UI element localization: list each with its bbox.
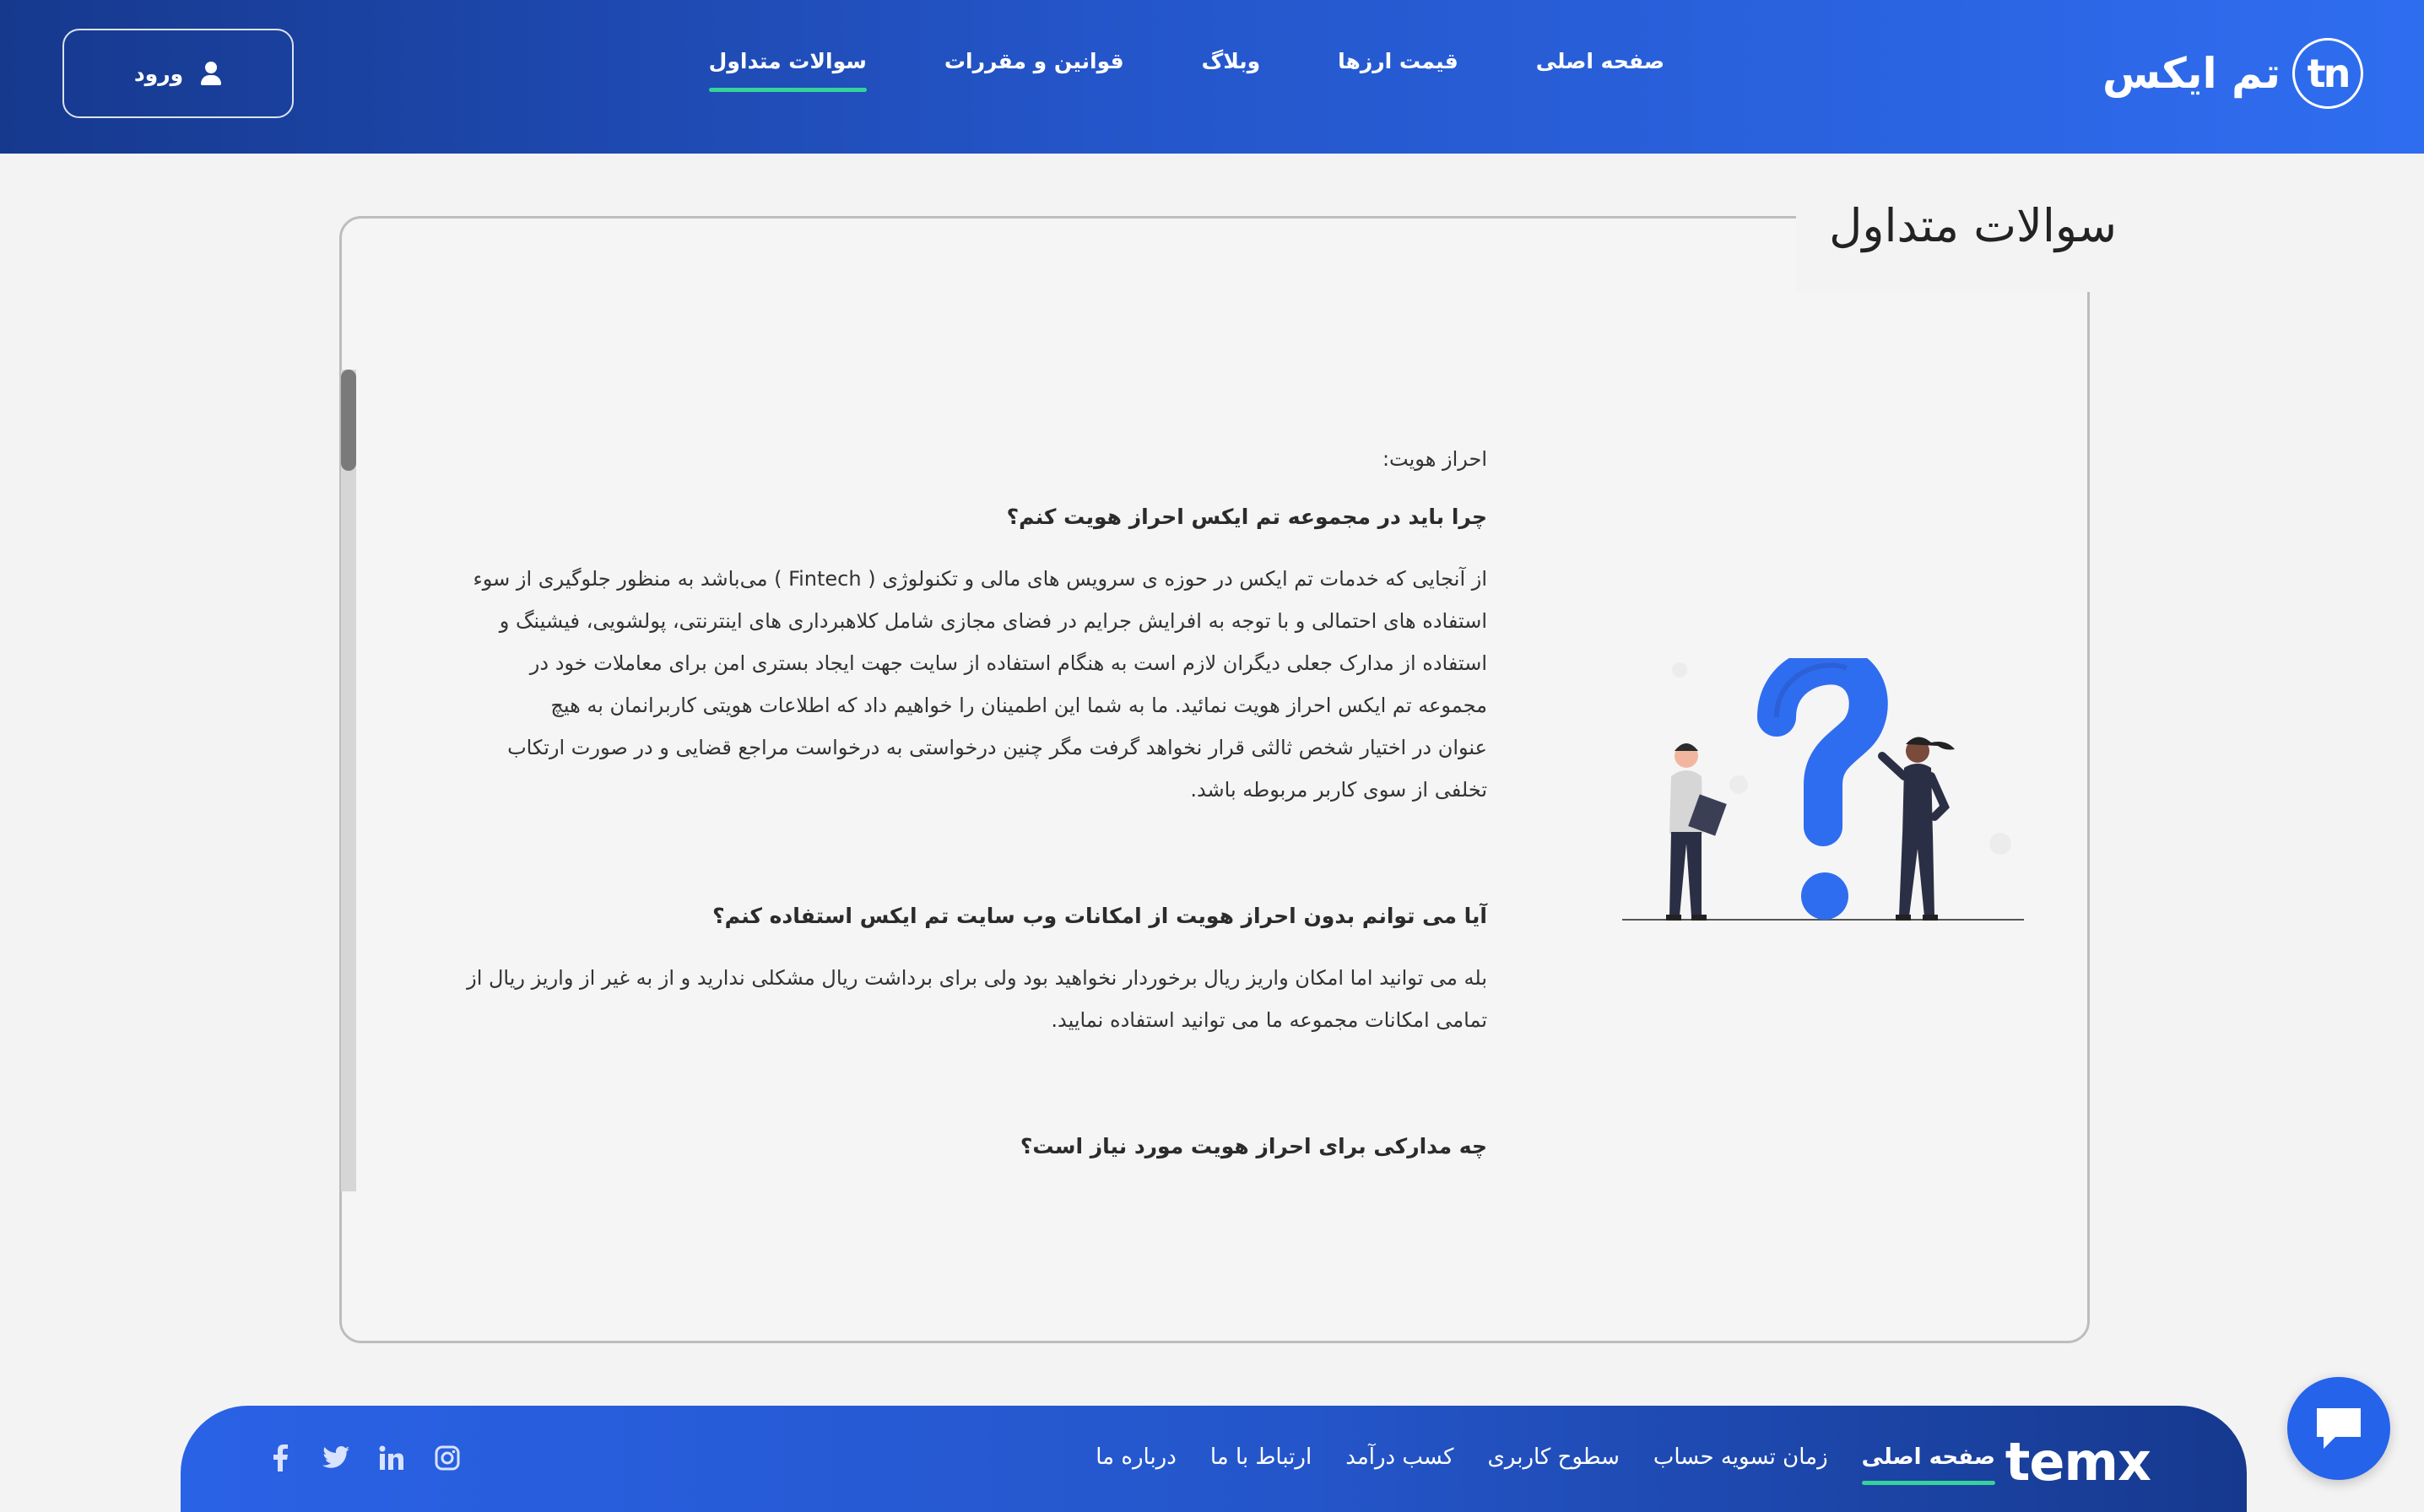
login-button[interactable]: ورود <box>62 29 294 118</box>
answer-line: مجموعه تم ایکس احراز هویت نمائید. ما به … <box>550 694 1487 717</box>
footer-contact[interactable]: ارتباط با ما <box>1210 1444 1312 1485</box>
social-links <box>265 1443 463 1473</box>
top-header: tn تم ایکس صفحه اصلی قیمت ارزها وبلاگ قو… <box>0 0 2424 154</box>
footer-user-levels[interactable]: سطوح کاربری <box>1488 1444 1620 1485</box>
answer-line: تمامی امکانات مجموعه ما می توانید استفاد… <box>1051 1008 1487 1032</box>
footer-earn[interactable]: کسب درآمد <box>1345 1444 1453 1485</box>
nav-home[interactable]: صفحه اصلی <box>1536 49 1664 92</box>
logo-text: تم ایکس <box>2102 49 2281 98</box>
login-label: ورود <box>133 61 184 86</box>
answer-line: تخلفی از سوی کاربر مربوطه باشد. <box>1190 778 1487 802</box>
answer-line: استفاده های احتمالی و با توجه به افرایش … <box>499 609 1487 633</box>
answer-line: بله می توانید اما امکان واریز ریال برخور… <box>467 966 1487 990</box>
twitter-icon[interactable] <box>321 1443 351 1473</box>
faq-content: احراز هویت: چرا باید در مجموعه تم ایکس ا… <box>422 447 1487 1187</box>
site-footer: temx صفحه اصلی زمان تسویه حساب سطوح کارب… <box>181 1406 2247 1512</box>
footer-about[interactable]: درباره ما <box>1096 1444 1177 1485</box>
facebook-icon[interactable] <box>265 1443 295 1473</box>
scrollbar-track[interactable] <box>341 370 356 1191</box>
chat-bubble-icon <box>2317 1408 2361 1449</box>
faq-answer: بله می توانید اما امکان واریز ریال برخور… <box>422 957 1487 1041</box>
footer-logo[interactable]: temx <box>2005 1431 2151 1493</box>
footer-home[interactable]: صفحه اصلی <box>1861 1444 1996 1485</box>
site-logo[interactable]: tn تم ایکس <box>2102 35 2363 111</box>
chat-button[interactable] <box>2287 1377 2390 1480</box>
footer-nav: صفحه اصلی زمان تسویه حساب سطوح کاربری کس… <box>1096 1444 1996 1485</box>
logo-mark-icon: tn <box>2292 38 2363 109</box>
faq-illustration <box>1622 658 2024 921</box>
section-label: احراز هویت: <box>1382 447 1487 471</box>
nav-faq[interactable]: سوالات متداول <box>708 49 868 92</box>
nav-blog[interactable]: وبلاگ <box>1202 49 1261 92</box>
footer-settlement[interactable]: زمان تسویه حساب <box>1653 1444 1828 1485</box>
nav-prices[interactable]: قیمت ارزها <box>1338 49 1458 92</box>
page-title: سوالات متداول <box>1829 199 2117 252</box>
answer-line: عنوان در اختیار شخص ثالثی قرار نخواهد گر… <box>507 736 1487 759</box>
answer-line: از آنجایی که خدمات تم ایکس در حوزه ی سرو… <box>473 567 1487 591</box>
user-icon <box>200 62 222 85</box>
scrollbar-thumb[interactable] <box>341 370 356 471</box>
linkedin-icon[interactable] <box>376 1443 407 1473</box>
main-nav: صفحه اصلی قیمت ارزها وبلاگ قوانین و مقرر… <box>708 49 1664 92</box>
faq-question: چه مدارکی برای احراز هویت مورد نیاز است؟ <box>1020 1134 1487 1158</box>
nav-rules[interactable]: قوانین و مقررات <box>944 49 1124 92</box>
faq-answer: از آنجایی که خدمات تم ایکس در حوزه ی سرو… <box>422 558 1487 811</box>
faq-question: چرا باید در مجموعه تم ایکس احراز هویت کن… <box>1006 505 1487 529</box>
faq-question: آیا می توانم بدون احراز هویت از امکانات … <box>712 904 1487 928</box>
instagram-icon[interactable] <box>432 1443 463 1473</box>
answer-line: استفاده از مدارک جعلی دیگران لازم است به… <box>529 651 1487 675</box>
